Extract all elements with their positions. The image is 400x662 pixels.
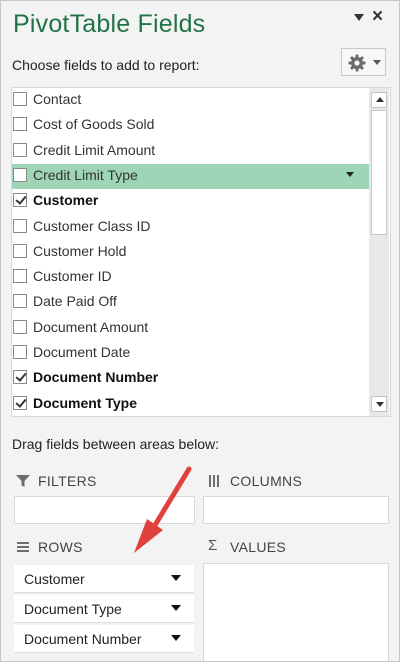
field-label: Document Number <box>33 369 159 386</box>
field-label: Credit Limit Amount <box>33 141 156 158</box>
field-list[interactable]: Contact Cost of Goods Sold Credit Limit Am… <box>11 87 391 417</box>
field-item[interactable]: Date Paid Off <box>12 290 369 315</box>
rows-label: ROWS <box>38 539 83 555</box>
scrollbar-thumb[interactable] <box>371 110 387 235</box>
tools-button[interactable] <box>341 48 386 76</box>
field-item[interactable]: Credit Limit Type <box>12 163 369 189</box>
field-label: Document Date <box>33 344 131 360</box>
field-label: Document Type <box>33 394 137 411</box>
field-checkbox[interactable] <box>13 167 27 182</box>
values-drop-area[interactable] <box>203 563 389 661</box>
scroll-down-icon[interactable] <box>371 396 387 412</box>
field-label: Cost of Goods Sold <box>33 116 155 133</box>
values-area-header: Σ VALUES <box>208 537 388 559</box>
field-item[interactable]: Document Date <box>12 341 369 366</box>
field-item[interactable]: Customer ID <box>12 265 369 290</box>
columns-icon <box>209 475 219 487</box>
columns-area-header: COLUMNS <box>208 473 388 493</box>
field-list-scrollbar[interactable] <box>369 88 389 416</box>
field-label: Credit Limit Type <box>33 166 138 183</box>
field-checkbox[interactable] <box>13 370 27 385</box>
field-label: Contact <box>33 91 82 107</box>
gear-icon <box>348 54 366 72</box>
drag-fields-label: Drag fields between areas below: <box>12 436 220 452</box>
field-checkbox[interactable] <box>13 269 27 284</box>
field-item[interactable]: Cost of Goods Sold <box>12 113 369 138</box>
field-item[interactable]: Customer <box>12 189 369 214</box>
field-item[interactable]: Document Amount <box>12 316 369 341</box>
pane-options-dropdown-icon[interactable] <box>354 14 364 21</box>
chevron-down-icon[interactable] <box>171 575 181 581</box>
field-checkbox[interactable] <box>13 395 27 410</box>
chevron-down-icon[interactable] <box>346 171 354 177</box>
field-label: Customer <box>33 192 99 209</box>
field-item[interactable]: Customer Class ID <box>12 215 369 240</box>
field-item[interactable]: Document Type <box>12 392 369 416</box>
rows-item-label: Document Number <box>24 631 142 647</box>
field-label: Customer Hold <box>33 242 127 259</box>
field-checkbox[interactable] <box>13 345 27 359</box>
field-checkbox[interactable] <box>13 193 27 208</box>
field-item[interactable]: Customer Hold <box>12 240 369 265</box>
rows-item-document-number[interactable]: Document Number <box>14 625 194 653</box>
pivottable-fields-pane: PivotTable Fields × Choose fields to add… <box>0 0 400 662</box>
pane-title: PivotTable Fields <box>13 10 206 38</box>
field-checkbox[interactable] <box>13 92 27 106</box>
field-checkbox[interactable] <box>13 218 27 233</box>
field-checkbox[interactable] <box>13 243 27 258</box>
scroll-up-icon[interactable] <box>371 92 387 108</box>
field-label: Document Amount <box>33 318 149 335</box>
columns-drop-area[interactable] <box>203 496 389 524</box>
filters-label: FILTERS <box>38 473 97 489</box>
rows-item-label: Document Type <box>24 601 122 617</box>
filter-icon <box>16 475 30 487</box>
chevron-down-icon[interactable] <box>171 605 181 611</box>
rows-item-customer[interactable]: Customer <box>14 565 194 593</box>
filters-drop-area[interactable] <box>14 496 195 524</box>
chevron-down-icon[interactable] <box>171 635 181 641</box>
rows-area-header: ROWS <box>16 539 186 559</box>
field-checkbox[interactable] <box>13 142 27 157</box>
chevron-down-icon <box>373 60 381 65</box>
field-checkbox[interactable] <box>13 294 27 309</box>
rows-item-label: Customer <box>24 571 85 587</box>
columns-label: COLUMNS <box>230 473 303 489</box>
field-checkbox[interactable] <box>13 117 27 132</box>
filters-area-header: FILTERS <box>16 473 186 493</box>
rows-drop-area[interactable]: Customer Document Type Document Number <box>14 563 195 661</box>
close-icon[interactable]: × <box>372 6 383 28</box>
sigma-icon: Σ <box>208 537 218 554</box>
choose-fields-label: Choose fields to add to report: <box>12 57 200 73</box>
field-item[interactable]: Credit Limit Amount <box>12 139 369 164</box>
values-label: VALUES <box>230 539 287 555</box>
rows-icon <box>17 542 29 552</box>
field-item[interactable]: Document Number <box>12 366 369 391</box>
field-item[interactable]: Contact <box>12 88 369 113</box>
rows-item-document-type[interactable]: Document Type <box>14 595 194 623</box>
field-label: Customer ID <box>33 268 112 285</box>
field-label: Date Paid Off <box>33 293 117 310</box>
field-label: Customer Class ID <box>33 217 151 234</box>
field-checkbox[interactable] <box>13 319 27 334</box>
